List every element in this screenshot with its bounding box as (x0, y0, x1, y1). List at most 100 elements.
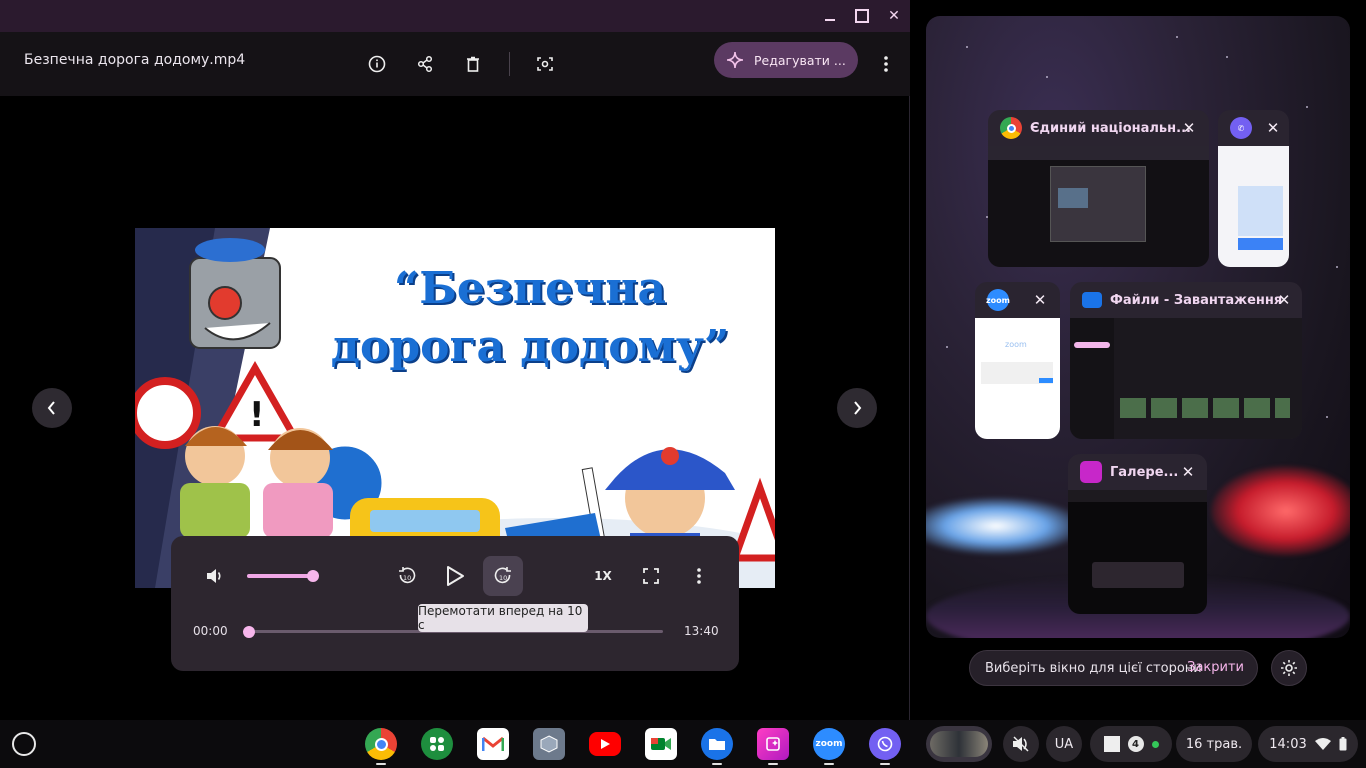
edit-button-label: Редагувати ... (754, 52, 846, 68)
battery-icon (1339, 737, 1347, 751)
viber-app-icon[interactable] (869, 728, 901, 760)
overview-card-gallery[interactable]: Галере... ✕ (1068, 454, 1207, 614)
forward-10-button[interactable]: 10 (483, 556, 523, 596)
holding-space-icon (1103, 736, 1120, 752)
close-card-icon[interactable]: ✕ (1276, 292, 1292, 308)
toolbar-divider (509, 52, 510, 76)
card-header: Файли - Завантаження (1070, 282, 1302, 318)
overview-settings-button[interactable] (1271, 650, 1307, 686)
gallery-app-icon[interactable] (757, 728, 789, 760)
volume-slider[interactable] (247, 574, 313, 578)
media-tray-thumbnail[interactable] (926, 726, 992, 762)
card-thumbnail (988, 146, 1209, 267)
close-card-icon[interactable]: ✕ (1265, 120, 1281, 136)
chrome-app-icon[interactable] (365, 728, 397, 760)
zoom-app-icon[interactable]: zoom (813, 728, 845, 760)
cube-app-icon[interactable] (533, 728, 565, 760)
svg-text:!: ! (249, 395, 265, 435)
rewind-10-button[interactable]: 10 (387, 556, 427, 596)
mute-button[interactable] (1003, 726, 1039, 762)
card-title: Галере... (1110, 464, 1179, 480)
screenshot-icon[interactable] (529, 48, 561, 80)
gallery-icon (1080, 461, 1102, 483)
shelf: zoom UA 4 16 трав. 14:03 (0, 720, 1366, 768)
media-toolbar: Безпечна дорога додому.mp4 Редагувати ..… (0, 32, 910, 96)
running-indicator (824, 763, 834, 765)
close-window-icon[interactable]: ✕ (884, 6, 904, 26)
fullscreen-icon[interactable] (631, 556, 671, 596)
viber-icon: ✆ (1230, 117, 1252, 139)
card-title: Єдиний національн... (1030, 120, 1191, 136)
gmail-icon[interactable] (477, 728, 509, 760)
forward-10-icon: 10 (494, 567, 511, 584)
video-frame[interactable]: ! “Безпечна дорога додому” (135, 228, 775, 588)
files-app-icon[interactable] (701, 728, 733, 760)
apps-hub-icon[interactable] (421, 728, 453, 760)
chevron-left-icon (47, 401, 55, 415)
input-language-button[interactable]: UA (1046, 726, 1082, 762)
video-title-text: “Безпечна дорога додому” (295, 260, 765, 376)
previous-button[interactable] (32, 388, 72, 428)
running-indicator (376, 763, 386, 765)
meet-icon[interactable] (645, 728, 677, 760)
window-title-bar[interactable]: ✕ (0, 0, 910, 32)
video-title-line1: “Безпечна (393, 263, 667, 314)
date-label: 16 трав. (1185, 736, 1243, 752)
player-more-icon[interactable] (679, 556, 719, 596)
overview-card-files[interactable]: Файли - Завантаження ✕ (1070, 282, 1302, 439)
zoom-thumb-logo: zoom (1005, 340, 1027, 349)
volume-mute-icon (1013, 736, 1029, 752)
window-select-prompt: Виберіть вікно для цієї сторони Закрити (969, 650, 1258, 686)
card-title: Файли - Завантаження (1110, 292, 1283, 308)
clock-label: 14:03 (1269, 736, 1307, 752)
gear-icon (1281, 660, 1297, 676)
running-indicator (768, 763, 778, 765)
close-card-icon[interactable]: ✕ (1180, 464, 1196, 480)
volume-icon[interactable] (195, 556, 235, 596)
svg-text:10: 10 (403, 574, 411, 582)
overview-panel: Єдиний національн... ✕ ✆ ✕ zoom ✕ zoom Ф… (926, 16, 1350, 638)
zoom-app-label: zoom (815, 739, 843, 749)
maximize-icon[interactable] (852, 6, 872, 26)
chrome-icon (1000, 117, 1022, 139)
edit-button[interactable]: Редагувати ... (714, 42, 858, 78)
youtube-icon[interactable] (589, 732, 621, 756)
running-indicator (880, 763, 890, 765)
overview-card-viber[interactable]: ✆ ✕ (1218, 110, 1289, 267)
close-card-icon[interactable]: ✕ (1181, 120, 1197, 136)
chevron-right-icon (854, 401, 862, 415)
close-card-icon[interactable]: ✕ (1032, 292, 1048, 308)
total-time: 13:40 (684, 624, 719, 638)
select-window-text: Виберіть вікно для цієї сторони (985, 660, 1202, 676)
info-icon[interactable] (361, 48, 393, 80)
volume-slider-handle[interactable] (306, 570, 319, 582)
overview-card-zoom[interactable]: zoom ✕ zoom (975, 282, 1060, 439)
overview-card-chrome[interactable]: Єдиний національн... ✕ (988, 110, 1209, 267)
video-title-line2: дорога додому” (330, 321, 730, 372)
minimize-icon[interactable] (820, 6, 840, 26)
card-thumbnail (1070, 318, 1302, 439)
next-button[interactable] (837, 388, 877, 428)
overview-close-button[interactable]: Закрити (1187, 660, 1244, 675)
share-icon[interactable] (409, 48, 441, 80)
system-tray-button[interactable]: 14:03 (1258, 726, 1358, 762)
forward-tooltip: Перемотати вперед на 10 с (418, 604, 588, 632)
more-options-icon[interactable] (870, 48, 902, 80)
card-thumbnail (1218, 146, 1289, 267)
play-icon (447, 566, 464, 586)
launcher-button[interactable] (12, 732, 36, 756)
notifications-button[interactable]: 4 (1090, 726, 1172, 762)
play-button[interactable] (435, 556, 475, 596)
date-button[interactable]: 16 трав. (1176, 726, 1252, 762)
zoom-icon: zoom (986, 289, 1010, 311)
status-dot (1151, 740, 1159, 748)
card-thumbnail (1068, 490, 1207, 614)
delete-icon[interactable] (457, 48, 489, 80)
replay-10-icon: 10 (399, 567, 416, 584)
card-header: Єдиний національн... (988, 110, 1209, 146)
notification-count: 4 (1127, 736, 1144, 752)
media-app-window: ✕ Безпечна дорога додому.mp4 Редагувати … (0, 0, 910, 720)
seek-bar-handle[interactable] (243, 626, 255, 638)
current-time: 00:00 (193, 624, 228, 638)
playback-speed-button[interactable]: 1X (583, 556, 623, 596)
